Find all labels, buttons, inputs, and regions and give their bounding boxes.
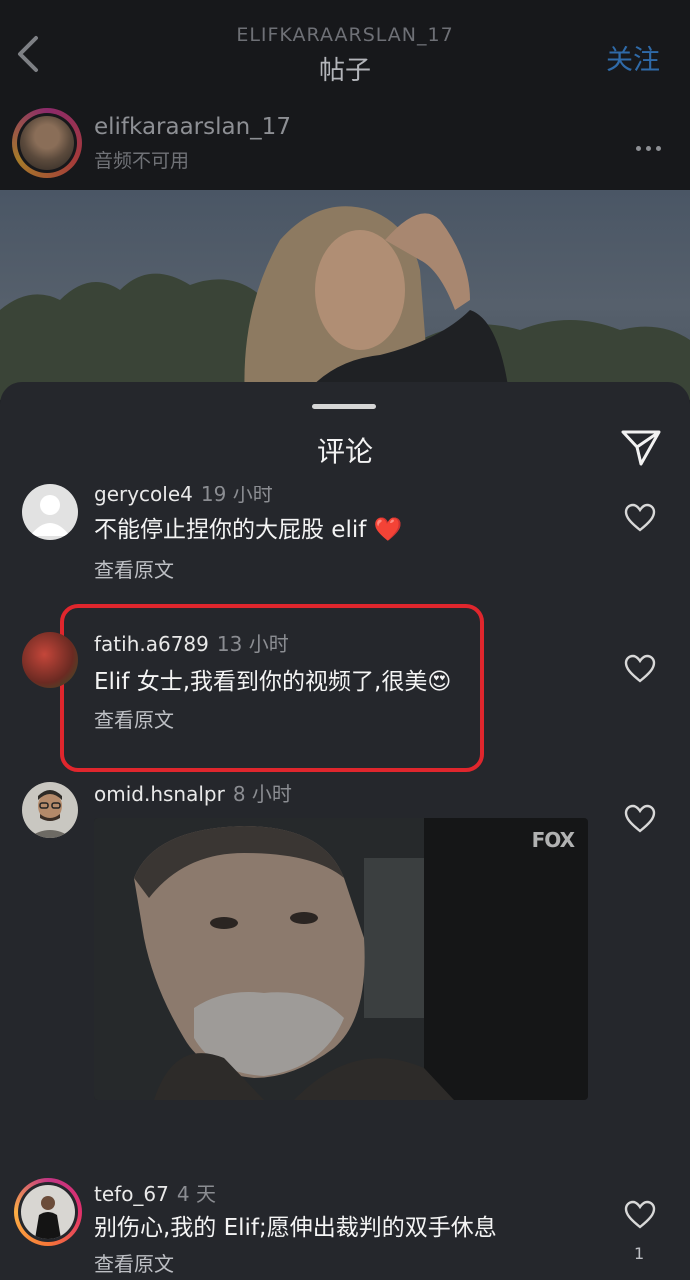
send-icon[interactable] bbox=[620, 428, 662, 468]
heart-icon[interactable] bbox=[624, 654, 656, 684]
comment-text: Elif 女士,我看到你的视频了,很美😍 bbox=[94, 669, 452, 695]
fox-watermark: FOX bbox=[531, 828, 575, 852]
avatar[interactable] bbox=[22, 484, 78, 540]
see-original-link[interactable]: 查看原文 bbox=[94, 1248, 174, 1277]
avatar[interactable] bbox=[22, 782, 78, 838]
comment-text: 不能停止捏你的大屁股 elif ❤️ bbox=[94, 517, 403, 543]
see-original-link[interactable]: 查看原文 bbox=[94, 704, 174, 733]
heart-icon[interactable] bbox=[624, 1200, 656, 1230]
more-icon[interactable] bbox=[636, 136, 666, 151]
post-header: ELIFKARAARSLAN_17 帖子 关注 elifkaraarslan_1… bbox=[0, 0, 690, 190]
avatar[interactable] bbox=[14, 1178, 82, 1246]
see-original-link[interactable]: 查看原文 bbox=[94, 554, 174, 583]
comments-sheet: 评论 gerycole4 19 小时 不能停止捏你的大屁股 elif ❤️ 查看原… bbox=[0, 382, 690, 1280]
comments-title: 评论 bbox=[316, 435, 373, 468]
like-count: 1 bbox=[634, 1244, 645, 1263]
avatar[interactable] bbox=[22, 632, 78, 688]
drag-handle[interactable] bbox=[312, 404, 376, 409]
heart-icon[interactable] bbox=[624, 804, 656, 834]
post-author-name[interactable]: elifkaraarslan_17 bbox=[94, 114, 291, 140]
post-image bbox=[0, 190, 690, 400]
page-title: 帖子 bbox=[318, 56, 371, 86]
audio-status: 音频不可用 bbox=[94, 150, 190, 172]
comment-username[interactable]: omid.hsnalpr 8 小时 bbox=[94, 778, 292, 807]
heart-icon[interactable] bbox=[624, 503, 656, 533]
header-username: ELIFKARAARSLAN_17 bbox=[236, 24, 454, 46]
follow-button[interactable]: 关注 bbox=[606, 38, 660, 77]
comment-username[interactable]: fatih.a6789 13 小时 bbox=[94, 628, 289, 657]
comment-text: 别伤心,我的 Elif;愿伸出裁判的双手休息 bbox=[94, 1215, 497, 1241]
gif-image[interactable]: FOX bbox=[94, 818, 588, 1100]
post-author-avatar[interactable] bbox=[12, 108, 82, 178]
comment-username[interactable]: tefo_67 4 天 bbox=[94, 1178, 216, 1207]
comment-username[interactable]: gerycole4 19 小时 bbox=[94, 486, 273, 507]
